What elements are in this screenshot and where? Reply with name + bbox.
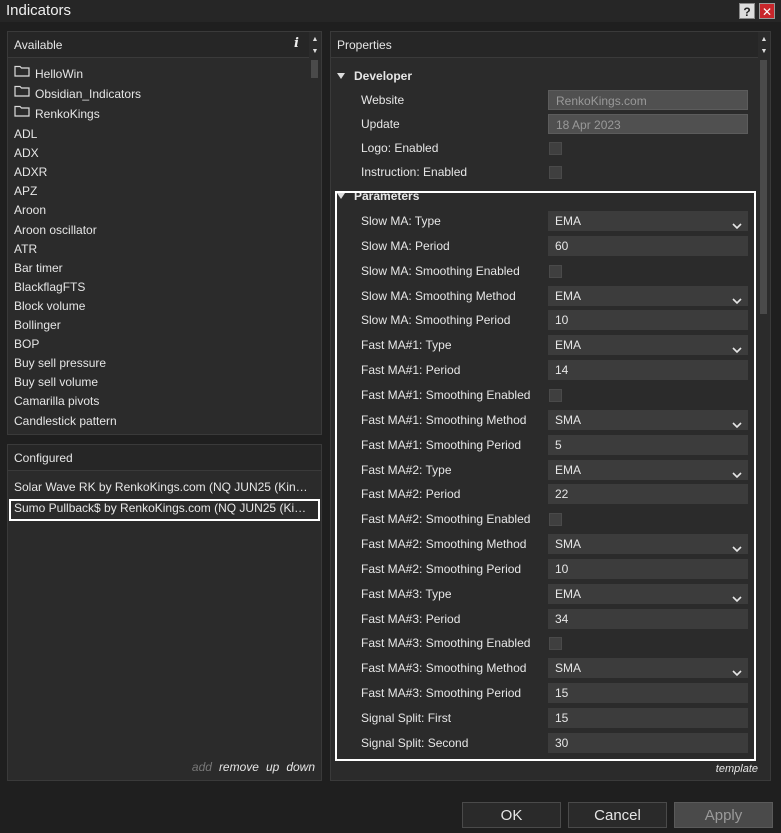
available-header: Available i	[8, 32, 321, 58]
property-label: Instruction: Enabled	[361, 165, 468, 179]
folder-item[interactable]: HelloWin	[14, 65, 83, 84]
help-button[interactable]: ?	[739, 3, 755, 19]
available-title: Available	[14, 38, 63, 52]
indicator-item[interactable]: Buy sell volume	[14, 373, 98, 392]
folder-icon	[14, 104, 30, 123]
indicator-item[interactable]: BlackflagFTS	[14, 278, 85, 297]
indicator-item[interactable]: ADL	[14, 125, 37, 144]
scroll-up-arrow-icon[interactable]: ▲	[309, 34, 321, 46]
property-label: Website	[361, 93, 405, 107]
folder-label: HelloWin	[35, 67, 84, 81]
scroll-down-arrow-icon[interactable]: ▼	[758, 46, 770, 58]
ok-button[interactable]: OK	[462, 802, 561, 828]
remove-link[interactable]: remove	[219, 760, 259, 774]
property-checkbox[interactable]	[549, 142, 562, 155]
indicator-item[interactable]: Bollinger	[14, 316, 61, 335]
folder-item[interactable]: Obsidian_Indicators	[14, 85, 141, 104]
configured-panel: Configured Solar Wave RK by RenkoKings.c…	[7, 444, 322, 781]
folder-icon	[14, 84, 30, 103]
configured-actions: add remove up down	[8, 760, 321, 774]
title-bar: Indicators ? ✕	[0, 0, 781, 22]
folder-label: RenkoKings	[35, 107, 100, 121]
folder-item[interactable]: RenkoKings	[14, 105, 100, 124]
property-checkbox[interactable]	[549, 166, 562, 179]
indicator-item[interactable]: Block volume	[14, 297, 85, 316]
available-scrollbar[interactable]: ▲ ▼	[309, 32, 321, 434]
indicator-item[interactable]: ADX	[14, 144, 39, 163]
available-panel: Available i ▲ ▼ HelloWin Obsidian_Indicat…	[7, 31, 322, 435]
properties-header: Properties	[331, 32, 770, 58]
close-button[interactable]: ✕	[759, 3, 775, 19]
indicator-item[interactable]: ATR	[14, 240, 37, 259]
indicator-item[interactable]: Aroon oscillator	[14, 221, 97, 240]
down-link[interactable]: down	[286, 760, 315, 774]
properties-scrollbar[interactable]: ▲ ▼	[758, 32, 770, 780]
property-value-field: RenkoKings.com	[548, 90, 748, 110]
developer-group-header[interactable]: Developer	[337, 66, 412, 86]
indicator-item[interactable]: BOP	[14, 335, 39, 354]
property-label: Update	[361, 117, 400, 131]
properties-title: Properties	[337, 38, 392, 52]
folder-label: Obsidian_Indicators	[35, 87, 142, 101]
property-value-field: 18 Apr 2023	[548, 114, 748, 134]
configured-title: Configured	[14, 451, 73, 465]
indicator-item[interactable]: Camarilla pivots	[14, 392, 99, 411]
scroll-thumb[interactable]	[311, 60, 318, 78]
scroll-down-arrow-icon[interactable]: ▼	[309, 46, 321, 58]
indicator-item[interactable]: Candlestick pattern	[14, 412, 117, 431]
folder-icon	[14, 64, 30, 83]
up-link[interactable]: up	[266, 760, 279, 774]
indicator-item[interactable]: APZ	[14, 182, 37, 201]
configured-header: Configured	[8, 445, 321, 471]
indicator-item[interactable]: Buy sell pressure	[14, 354, 106, 373]
selected-item-highlight	[9, 499, 320, 521]
developer-group-label: Developer	[354, 69, 413, 83]
window-title: Indicators	[6, 2, 72, 19]
cancel-button[interactable]: Cancel	[568, 802, 667, 828]
scroll-up-arrow-icon[interactable]: ▲	[758, 34, 770, 46]
indicator-item[interactable]: Bar timer	[14, 259, 63, 278]
scroll-thumb[interactable]	[760, 60, 767, 314]
indicator-item[interactable]: ADXR	[14, 163, 47, 182]
configured-item[interactable]: Solar Wave RK by RenkoKings.com (NQ JUN2…	[14, 478, 320, 497]
properties-panel: Properties ▲ ▼ Developer Website RenkoKing…	[330, 31, 771, 781]
expand-triangle-icon	[337, 72, 345, 79]
template-link[interactable]: template	[716, 763, 758, 775]
apply-button[interactable]: Apply	[674, 802, 773, 828]
indicator-item[interactable]: Aroon	[14, 201, 46, 220]
parameters-highlight-box	[335, 191, 756, 761]
property-label: Logo: Enabled	[361, 141, 439, 155]
add-link[interactable]: add	[192, 760, 212, 774]
info-icon[interactable]: i	[294, 36, 299, 51]
